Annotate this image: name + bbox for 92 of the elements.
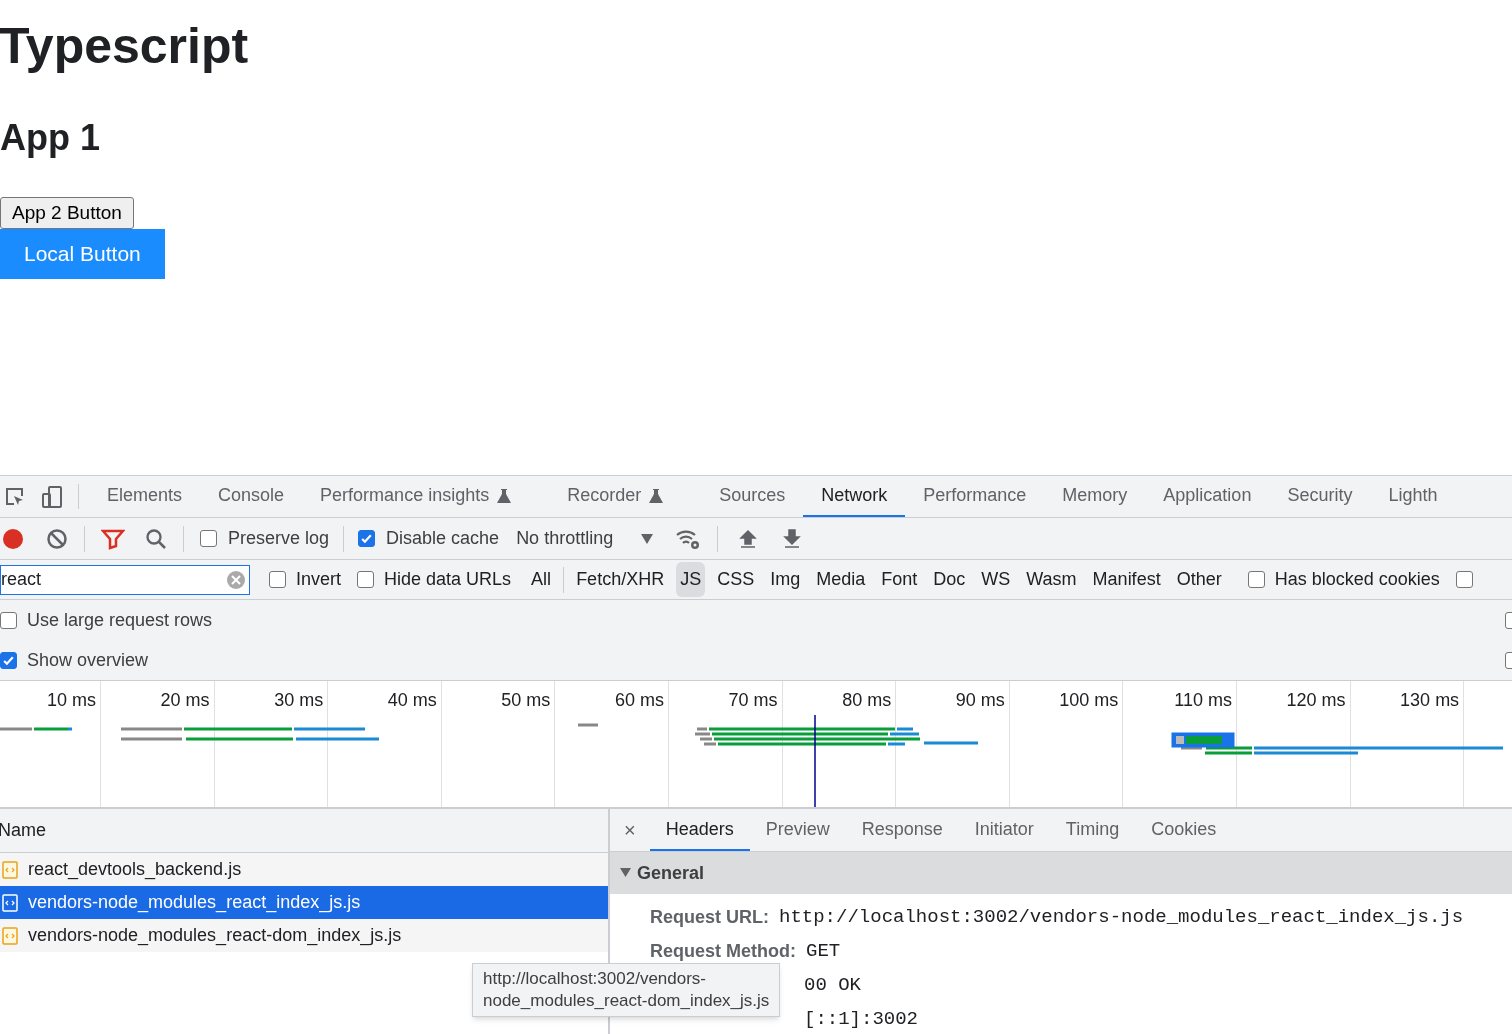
checkbox-label: Has blocked cookies (1274, 568, 1440, 591)
panel-tab[interactable]: Performance insights (302, 476, 530, 517)
field-value: [::1]:3002 (804, 1006, 919, 1032)
caret-icon[interactable] (641, 533, 654, 544)
detail-tab[interactable]: Cookies (1135, 809, 1233, 851)
checkbox[interactable] (269, 571, 286, 588)
panel-tab[interactable]: Elements (89, 476, 201, 517)
column-header[interactable]: Name (0, 817, 46, 844)
detail-tab[interactable]: Timing (1049, 809, 1136, 851)
tooltip: http://localhost:3002/vendors- node_modules_react-dom_index_js.js (472, 963, 781, 1017)
checkbox-label: Use large request rows (27, 608, 213, 632)
time-tick: 100 ms (1059, 689, 1119, 711)
panel-tab[interactable]: Lighth (1370, 476, 1456, 517)
request-row[interactable]: react_devtools_backend.js (0, 853, 608, 886)
time-tick: 70 ms (728, 689, 778, 711)
type-filter[interactable]: Font (877, 562, 922, 597)
panel-tab[interactable]: Memory (1044, 476, 1146, 517)
type-filter[interactable]: CSS (713, 562, 759, 597)
panel-tab[interactable]: Sources (701, 476, 804, 517)
checkbox[interactable] (357, 571, 375, 588)
field-value: http://localhost:3002/vendors-node_modules_react_index_js.js (779, 904, 1464, 930)
checkbox[interactable] (1455, 571, 1473, 588)
checkbox-label: Preserve log (228, 527, 330, 550)
request-name: react_devtools_backend.js (28, 858, 242, 882)
time-tick: 110 ms (1174, 689, 1232, 711)
time-tick: 50 ms (501, 689, 551, 711)
panel-tab[interactable]: Network (803, 476, 906, 517)
time-tick: 90 ms (955, 689, 1005, 711)
filter-field[interactable]: react (0, 564, 250, 595)
checkbox-label: Hide data URLs (384, 568, 512, 591)
request-name: vendors-node_modules_react-dom_index_js.js (28, 924, 402, 948)
device-icon[interactable] (40, 484, 64, 509)
checkbox-label: Show overview (27, 648, 149, 672)
field-value: 00 OK (804, 972, 861, 998)
time-tick: 60 ms (614, 689, 664, 711)
record-button[interactable] (3, 528, 23, 549)
time-tick: 20 ms (160, 689, 210, 711)
field-label: Request Method: (650, 939, 796, 963)
close-button[interactable]: × (610, 809, 650, 851)
type-filter[interactable]: Doc (929, 562, 970, 597)
download-icon[interactable] (782, 528, 803, 549)
panel-tab[interactable]: Application (1145, 476, 1270, 517)
page-button[interactable]: App 2 Button (0, 197, 134, 229)
search-icon[interactable] (145, 527, 167, 550)
clear-field-icon[interactable] (226, 569, 246, 590)
disclosure-triangle-icon[interactable] (620, 868, 631, 878)
time-tick: 40 ms (387, 689, 437, 711)
time-tick: 30 ms (274, 689, 324, 711)
type-filter[interactable]: Wasm (1022, 562, 1081, 597)
request-row[interactable]: vendors-node_modules_react-dom_index_js.js (0, 919, 608, 952)
filter-icon[interactable] (101, 527, 125, 550)
time-tick: 10 ms (46, 689, 96, 711)
checkbox[interactable] (1247, 571, 1265, 588)
script-file-icon (2, 893, 18, 912)
panel-tab[interactable]: Security (1269, 476, 1371, 517)
type-filter[interactable]: Other (1172, 562, 1226, 597)
time-tick: 80 ms (842, 689, 892, 711)
request-name: vendors-node_modules_react_index_js.js (28, 891, 361, 915)
detail-tab[interactable]: Initiator (958, 809, 1050, 851)
section-header[interactable]: General (610, 852, 1512, 894)
flask-icon (497, 487, 512, 504)
time-tick: 130 ms (1400, 689, 1460, 711)
time-tick: 120 ms (1286, 689, 1346, 711)
checkbox-label: Invert (296, 568, 342, 591)
type-filter[interactable]: Fetch/XHR (572, 562, 669, 597)
page-subtitle: App 1 (0, 116, 100, 160)
upload-icon[interactable] (738, 528, 759, 549)
panel-tab[interactable]: Console (200, 476, 303, 517)
type-filter[interactable]: Img (766, 562, 805, 597)
checkbox[interactable] (0, 611, 17, 629)
clear-icon[interactable] (46, 527, 68, 550)
field-label: Request URL: (650, 905, 769, 929)
detail-tab[interactable]: Preview (749, 809, 846, 851)
checkbox[interactable] (358, 530, 376, 547)
script-file-icon (2, 860, 18, 879)
script-file-icon (2, 926, 18, 945)
type-filter[interactable]: All (527, 562, 556, 597)
type-filter[interactable]: JS (676, 562, 706, 597)
request-row[interactable]: vendors-node_modules_react_index_js.js (0, 886, 608, 919)
detail-tab[interactable]: Response (845, 809, 959, 851)
type-filter[interactable]: Manifest (1088, 562, 1165, 597)
inspect-icon[interactable] (4, 485, 26, 508)
type-filter[interactable]: WS (977, 562, 1015, 597)
panel-tab[interactable]: Recorder (549, 476, 682, 517)
checkbox[interactable] (200, 530, 217, 547)
throttling-dropdown[interactable]: No throttling (516, 525, 614, 552)
field-value: GET (806, 938, 841, 964)
flask-icon (649, 487, 664, 504)
type-filter[interactable]: Media (812, 562, 870, 597)
checkbox[interactable] (0, 651, 17, 669)
panel-tab[interactable]: Performance (905, 476, 1045, 517)
checkbox-label: Disable cache (386, 527, 500, 550)
